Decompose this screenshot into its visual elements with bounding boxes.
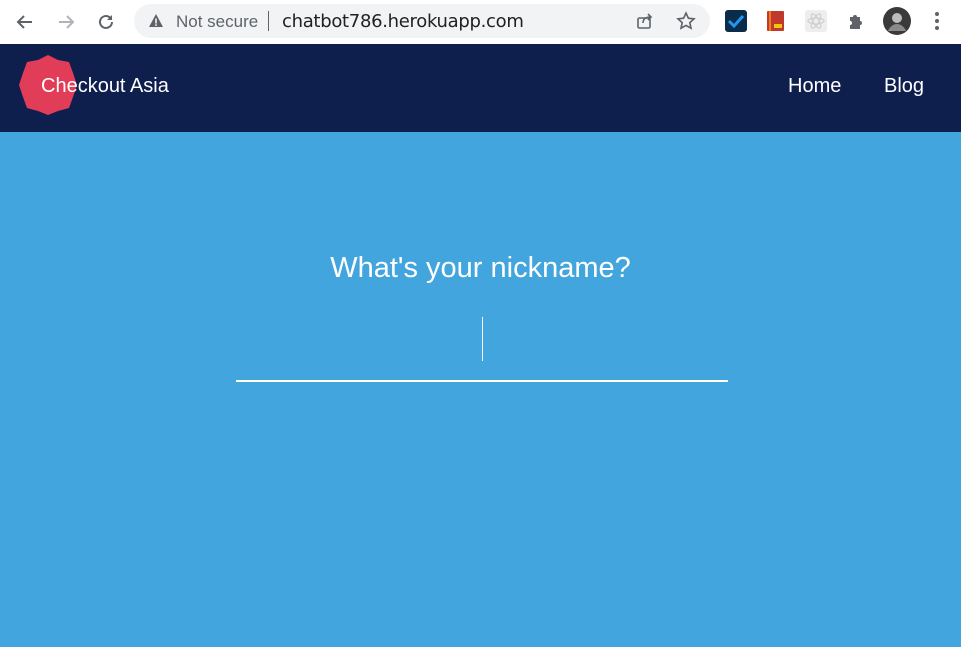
nav-blog[interactable]: Blog <box>884 75 924 98</box>
share-button[interactable] <box>634 10 656 32</box>
address-bar[interactable]: Not secure chatbot786.herokuapp.com <box>134 4 710 38</box>
bookmark-button[interactable] <box>675 10 697 32</box>
arrow-left-icon <box>16 15 32 29</box>
avatar <box>883 7 911 35</box>
divider <box>268 11 269 31</box>
profile-button[interactable] <box>883 7 911 35</box>
extension-todo[interactable] <box>724 9 748 33</box>
react-icon <box>805 10 827 32</box>
url-text[interactable]: chatbot786.herokuapp.com <box>282 11 524 32</box>
kebab-menu-icon <box>935 12 939 30</box>
arrow-right-icon <box>59 15 75 29</box>
browser-toolbar: Not secure chatbot786.herokuapp.com <box>0 0 961 44</box>
share-icon <box>637 13 653 29</box>
security-status[interactable]: Not secure <box>176 12 258 32</box>
text-cursor <box>482 317 483 361</box>
extension-book[interactable] <box>764 9 788 33</box>
extension-react[interactable] <box>804 9 828 33</box>
reload-button[interactable] <box>92 8 120 36</box>
browser-menu-button[interactable] <box>925 9 949 33</box>
reload-icon <box>99 14 113 29</box>
nav-home[interactable]: Home <box>788 75 841 98</box>
site-brand[interactable]: Checkout Asia <box>41 75 169 98</box>
forward-button[interactable] <box>52 8 80 36</box>
nickname-question: What's your nickname? <box>330 252 631 284</box>
star-icon <box>676 11 696 30</box>
site-navbar: Checkout Asia Home Blog <box>0 44 961 132</box>
checkmark-icon <box>725 10 747 32</box>
extensions-button[interactable] <box>844 9 868 33</box>
book-icon <box>767 11 784 31</box>
back-button[interactable] <box>11 8 39 36</box>
puzzle-icon <box>850 15 862 29</box>
warning-icon[interactable] <box>148 13 164 29</box>
